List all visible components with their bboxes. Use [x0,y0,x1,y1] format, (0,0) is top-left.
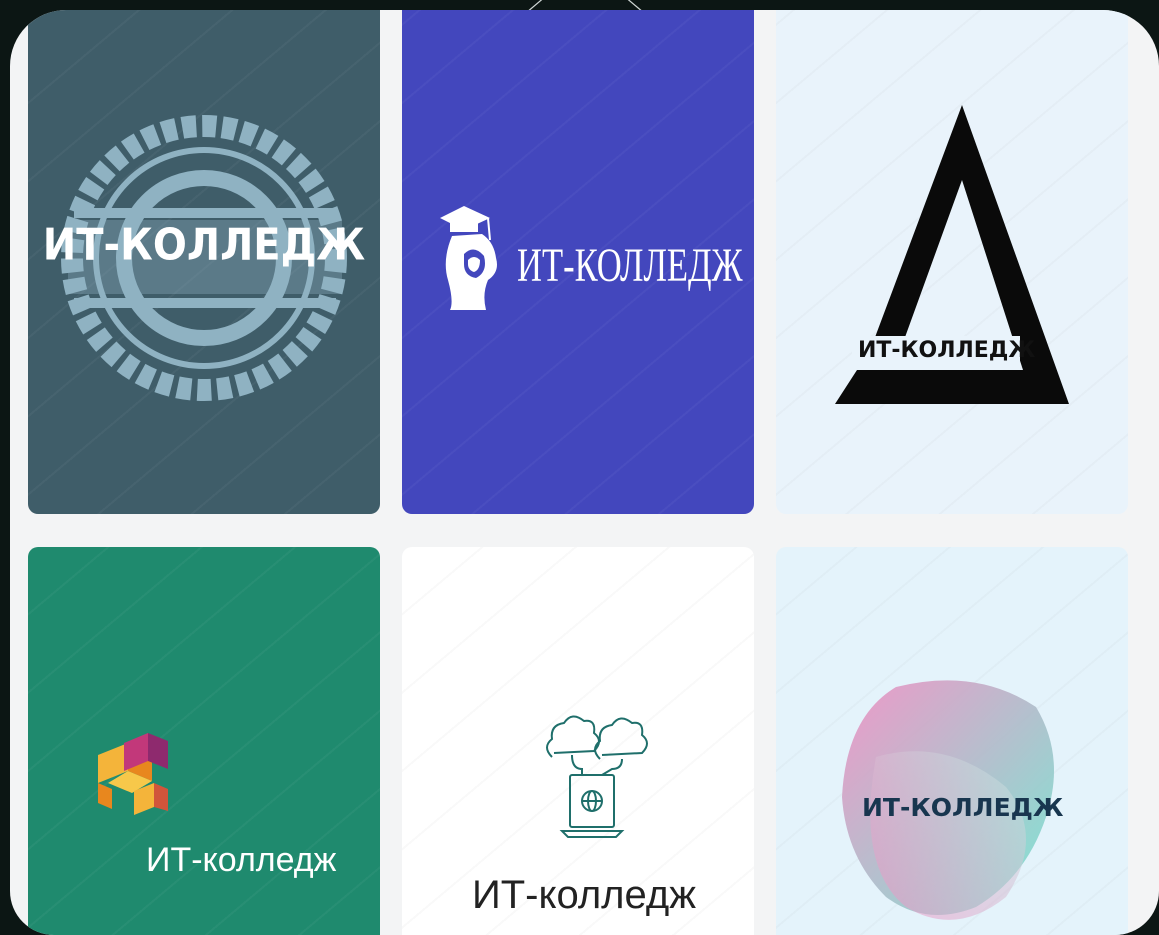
gradient-blob-icon [842,680,1054,920]
logo-title: ИТ-колледж [472,873,696,917]
logo-title: ИТ-КОЛЛЕДЖ [517,239,743,292]
logo-gallery: ИТ-КОЛЛЕДЖ ИТ-КОЛЛЕДЖ ИТ-КОЛЛЕДЖ ИТ-колл… [10,10,1159,935]
logo-card-graduate[interactable]: ИТ-КОЛЛЕДЖ [402,10,754,514]
logo-title: ИТ-колледж [146,841,337,879]
logo-card-cloud[interactable]: ИТ-колледж [402,547,754,935]
logo-card-triangle[interactable]: ИТ-КОЛЛЕДЖ [776,10,1128,514]
triangle-icon [835,105,1069,404]
logo-title: ИТ-КОЛЛЕДЖ [862,793,1064,822]
logo-title: ИТ-КОЛЛЕДЖ [858,338,1036,363]
logo-card-cubes[interactable]: ИТ-колледж [28,547,380,935]
logo-title: ИТ-КОЛЛЕДЖ [42,219,366,271]
logo-card-blob[interactable]: ИТ-КОЛЛЕДЖ [776,547,1128,935]
logo-card-stamp[interactable]: ИТ-КОЛЛЕДЖ [28,10,380,514]
